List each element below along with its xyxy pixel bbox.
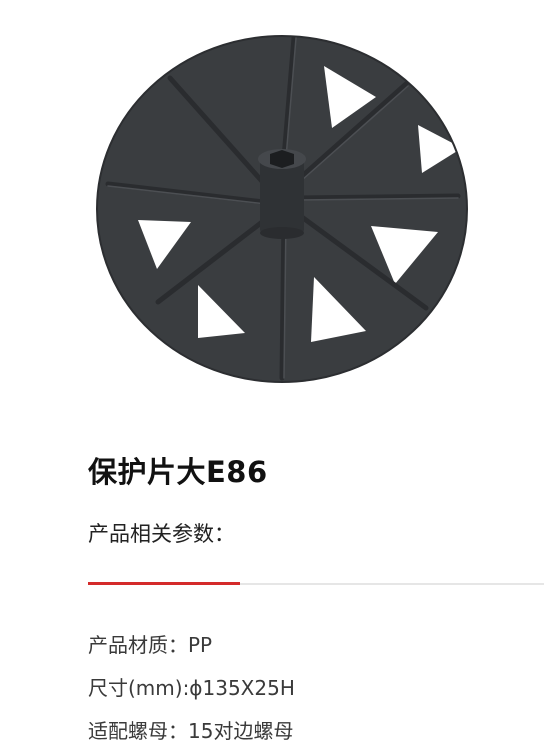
protective-disc-illustration: [96, 35, 468, 383]
spec-material: 产品材质：PP: [88, 633, 213, 657]
params-heading: 产品相关参数：: [88, 522, 235, 546]
spec-size: 尺寸(mm):ϕ135X25H: [88, 676, 295, 700]
spec-list: 产品材质：PP 尺寸(mm):ϕ135X25H 适配螺母：15对边螺母: [88, 624, 295, 753]
product-title: 保护片大E86: [88, 455, 268, 489]
section-divider: [88, 582, 544, 585]
spec-nut: 适配螺母：15对边螺母: [88, 719, 294, 743]
divider-accent: [88, 582, 240, 585]
product-image: [86, 22, 478, 392]
